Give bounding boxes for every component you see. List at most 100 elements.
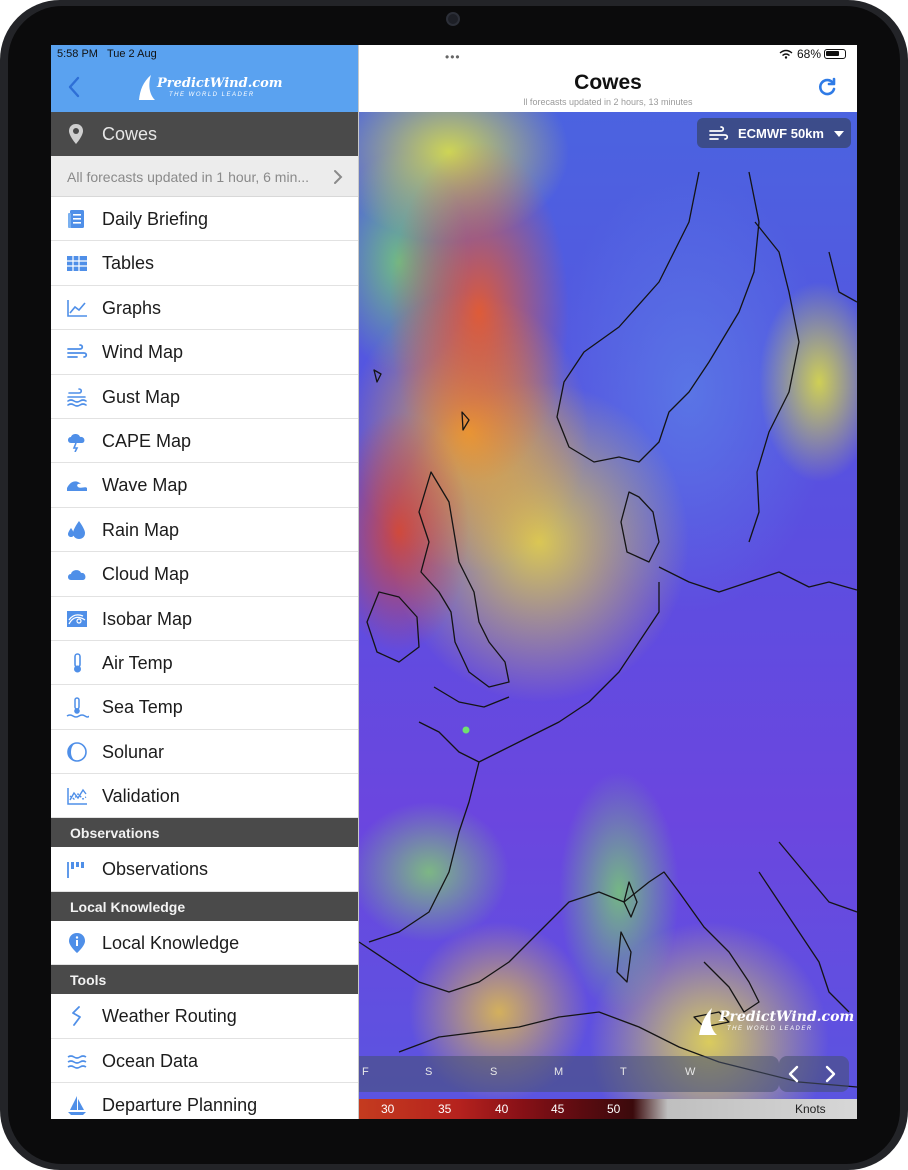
- model-selector[interactable]: ECMWF 50km: [697, 118, 851, 148]
- menu-item-solunar[interactable]: Solunar: [51, 730, 358, 775]
- legend-value: 35: [438, 1102, 452, 1116]
- section-header-observations: Observations: [51, 818, 358, 848]
- sea-temp-icon: [66, 697, 89, 719]
- menu-label: Wave Map: [102, 475, 188, 496]
- chevron-right-icon[interactable]: [823, 1065, 837, 1083]
- section-title: Observations: [70, 825, 160, 842]
- main-header: ••• 68% Cowes ll forecasts updated in 2 …: [359, 45, 857, 112]
- wind-speed-legend: 30 35 40 45 50 Knots: [359, 1099, 857, 1119]
- menu-label: Graphs: [102, 297, 162, 318]
- wifi-icon: [779, 49, 793, 59]
- legend-unit: Knots: [795, 1102, 826, 1116]
- raindrop-icon: [68, 520, 85, 539]
- multitask-dots[interactable]: •••: [445, 50, 461, 64]
- chevron-left-icon[interactable]: [787, 1065, 801, 1083]
- menu-label: Ocean Data: [102, 1050, 199, 1071]
- timeline-day: S: [490, 1066, 498, 1078]
- timeline-day: F: [362, 1066, 369, 1078]
- sail-logo-icon: [699, 1008, 717, 1035]
- section-header-tools: Tools: [51, 965, 358, 995]
- newspaper-icon: [68, 210, 84, 228]
- menu-item-sea-temp[interactable]: Sea Temp: [51, 685, 358, 730]
- section-title: Local Knowledge: [70, 898, 186, 915]
- status-date: Tue 2 Aug: [106, 48, 157, 60]
- section-title: Tools: [70, 972, 107, 989]
- menu-item-gust-map[interactable]: Gust Map: [51, 375, 358, 419]
- menu-label: Rain Map: [102, 519, 180, 540]
- menu-item-graphs[interactable]: Graphs: [51, 286, 358, 331]
- menu-item-wave-map[interactable]: Wave Map: [51, 463, 358, 508]
- menu-label: Cloud Map: [102, 564, 190, 585]
- refresh-icon[interactable]: [817, 77, 837, 97]
- wind-map[interactable]: ECMWF 50km PredictWind.com THE WORLD LEA…: [359, 112, 857, 1119]
- back-chevron-icon[interactable]: [65, 75, 85, 99]
- menu-item-validation[interactable]: Validation: [51, 774, 358, 819]
- chevron-right-icon: [334, 170, 343, 184]
- logo-text: PredictWind.com: [157, 76, 283, 91]
- menu-item-observations[interactable]: Observations: [51, 847, 358, 892]
- menu-item-ocean-data[interactable]: Ocean Data: [51, 1039, 358, 1084]
- menu-label: Wind Map: [102, 342, 184, 363]
- menu-item-local-knowledge[interactable]: Local Knowledge: [51, 921, 358, 966]
- menu-item-daily-briefing[interactable]: Daily Briefing: [51, 197, 358, 242]
- front-camera: [446, 12, 460, 26]
- menu-item-tables[interactable]: Tables: [51, 241, 358, 286]
- menu-label: CAPE Map: [102, 430, 192, 451]
- wind-icon: [709, 126, 729, 140]
- forecast-update-row[interactable]: All forecasts updated in 1 hour, 6 min..…: [51, 156, 358, 197]
- ocean-waves-icon: [67, 1054, 87, 1069]
- info-pin-icon: [69, 932, 85, 953]
- legend-value: 40: [495, 1102, 509, 1116]
- location-marker[interactable]: [462, 726, 470, 734]
- ipad-frame: 5:58 PM Tue 2 Aug PredictWind.com THE WO…: [0, 0, 908, 1170]
- legend-value: 30: [381, 1102, 395, 1116]
- model-label: ECMWF 50km: [738, 126, 824, 141]
- menu-label: Gust Map: [102, 386, 181, 407]
- menu-item-wind-map[interactable]: Wind Map: [51, 330, 358, 375]
- menu-item-cape-map[interactable]: CAPE Map: [51, 419, 358, 464]
- menu-label: Sea Temp: [102, 697, 183, 718]
- sail-logo-icon: [139, 75, 155, 100]
- logo-tagline: THE WORLD LEADER: [169, 92, 255, 98]
- menu-item-isobar-map[interactable]: Isobar Map: [51, 597, 358, 641]
- sidebar-menu: Daily Briefing Tables Graphs Wind Map Gu…: [51, 197, 358, 1119]
- flags-icon: [67, 862, 84, 879]
- thermometer-icon: [74, 653, 81, 673]
- menu-label: Weather Routing: [102, 1006, 237, 1027]
- sailboat-icon: [68, 1096, 86, 1116]
- timeline-day: T: [620, 1066, 627, 1078]
- watermark-tagline: THE WORLD LEADER: [727, 1026, 813, 1032]
- caret-down-icon: [834, 131, 844, 137]
- page-subtitle: ll forecasts updated in 2 hours, 13 minu…: [523, 97, 693, 107]
- wind-icon: [67, 344, 88, 359]
- menu-label: Observations: [102, 859, 209, 880]
- coastline-overlay: [359, 171, 857, 1088]
- menu-label: Daily Briefing: [102, 209, 209, 229]
- sidebar-header: 5:58 PM Tue 2 Aug PredictWind.com THE WO…: [51, 45, 358, 112]
- legend-value: 45: [551, 1102, 565, 1116]
- menu-label: Tables: [102, 253, 155, 274]
- moon-phase-icon: [67, 741, 87, 762]
- legend-value: 50: [607, 1102, 621, 1116]
- timeline-day: M: [554, 1066, 564, 1078]
- isobar-icon: [67, 610, 87, 627]
- update-notice: All forecasts updated in 1 hour, 6 min..…: [67, 169, 310, 185]
- location-bar[interactable]: Cowes: [51, 112, 358, 156]
- menu-label: Validation: [102, 786, 180, 807]
- timeline-nav: [779, 1056, 849, 1092]
- menu-item-rain-map[interactable]: Rain Map: [51, 508, 358, 553]
- menu-item-departure-planning[interactable]: Departure Planning: [51, 1083, 358, 1119]
- timeline-day: W: [685, 1066, 696, 1078]
- sidebar: 5:58 PM Tue 2 Aug PredictWind.com THE WO…: [51, 45, 359, 1119]
- watermark-text: PredictWind.com: [719, 1009, 855, 1025]
- section-header-local-knowledge: Local Knowledge: [51, 891, 358, 921]
- menu-item-cloud-map[interactable]: Cloud Map: [51, 552, 358, 597]
- timeline-day: S: [425, 1066, 433, 1078]
- cloud-icon: [68, 570, 86, 581]
- menu-item-weather-routing[interactable]: Weather Routing: [51, 994, 358, 1039]
- map-watermark-logo: PredictWind.com THE WORLD LEADER: [697, 1007, 854, 1041]
- menu-item-air-temp[interactable]: Air Temp: [51, 641, 358, 686]
- menu-label: Air Temp: [102, 652, 173, 673]
- timeline-scrubber[interactable]: F S S M T W: [359, 1056, 779, 1092]
- battery-icon: [824, 49, 846, 59]
